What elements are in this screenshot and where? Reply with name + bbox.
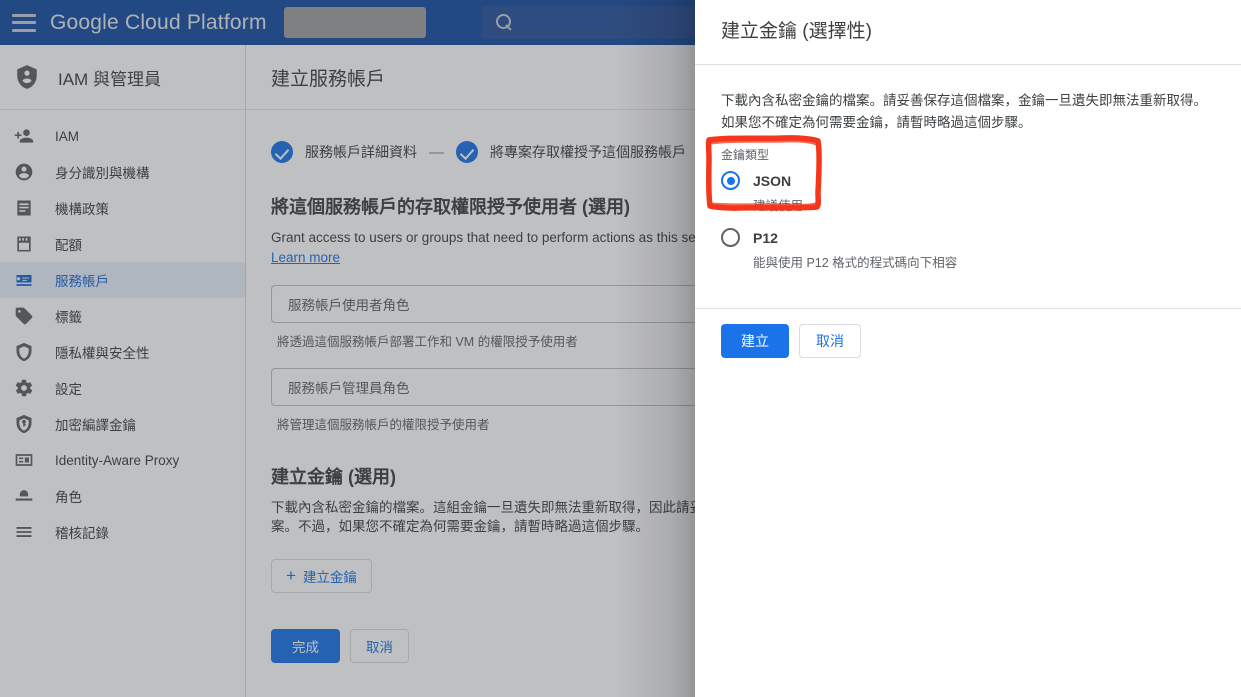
sidebar-item-label: 機構政策 bbox=[55, 202, 109, 217]
step-label: 將專案存取權授予這個服務帳戶 bbox=[490, 144, 686, 160]
sidebar-nav: IAM 身分識別與機構 機構政策 配額 服務帳戶 標籤 隱私權與安全性 設定 加… bbox=[0, 110, 245, 550]
field-placeholder: 服務帳戶使用者角色 bbox=[288, 297, 410, 313]
dialog-title: 建立金鑰 (選擇性) bbox=[721, 21, 872, 42]
account-circle-icon bbox=[15, 163, 33, 181]
sidebar-item-roles[interactable]: 角色 bbox=[0, 478, 245, 514]
key-type-radio-group: 金鑰類型 JSON 建議使用 P12 能與使用 P12 格式的程式碼向下相容 bbox=[721, 146, 1215, 271]
key-shield-icon bbox=[16, 414, 32, 434]
search-icon bbox=[495, 14, 513, 31]
sidebar-item-label: 標籤 bbox=[55, 310, 82, 325]
sidebar-item-org-policy[interactable]: 機構政策 bbox=[0, 190, 245, 226]
step-label: 服務帳戶詳細資料 bbox=[305, 144, 417, 160]
plus-icon: + bbox=[286, 566, 296, 586]
sidebar: IAM 與管理員 IAM 身分識別與機構 機構政策 配額 服務帳戶 標籤 隱私權… bbox=[0, 45, 246, 697]
create-key-button-label: 建立金鑰 bbox=[302, 569, 357, 585]
sidebar-item-identity-aware-proxy[interactable]: Identity-Aware Proxy bbox=[0, 442, 245, 478]
step-separator: — bbox=[429, 143, 444, 161]
field-placeholder: 服務帳戶管理員角色 bbox=[288, 380, 410, 396]
sidebar-item-audit-logs[interactable]: 稽核記錄 bbox=[0, 514, 245, 550]
dialog-actions: 建立 取消 bbox=[695, 309, 1241, 359]
person-add-icon bbox=[14, 129, 34, 143]
hamburger-icon[interactable] bbox=[12, 13, 36, 32]
sidebar-item-label: 身分識別與機構 bbox=[55, 166, 150, 181]
sidebar-item-labels[interactable]: 標籤 bbox=[0, 298, 245, 334]
step-1[interactable]: 服務帳戶詳細資料 bbox=[271, 141, 417, 163]
key-type-option-json[interactable]: JSON bbox=[721, 171, 1215, 191]
shield-lock-icon bbox=[16, 342, 32, 362]
sidebar-item-settings[interactable]: 設定 bbox=[0, 370, 245, 406]
learn-more-link[interactable]: Learn more bbox=[271, 250, 340, 265]
brand-title: Google Cloud Platform bbox=[50, 10, 267, 34]
sidebar-item-label: 角色 bbox=[55, 490, 82, 505]
sidebar-item-label: 配額 bbox=[55, 238, 82, 253]
key-type-option-p12[interactable]: P12 bbox=[721, 228, 1215, 248]
dialog-body: 下載內含私密金鑰的檔案。請妥善保存這個檔案，金鑰一旦遺失即無法重新取得。如果您不… bbox=[695, 65, 1241, 272]
create-key-description-line2: 案。不過，如果您不確定為何需要金鑰，請暫時略過這個步驟。 bbox=[271, 519, 649, 535]
proxy-icon bbox=[15, 454, 33, 466]
sidebar-item-label: Identity-Aware Proxy bbox=[55, 452, 180, 468]
sidebar-item-label: IAM bbox=[55, 128, 80, 144]
sidebar-item-identity[interactable]: 身分識別與機構 bbox=[0, 154, 245, 190]
dialog-description: 下載內含私密金鑰的檔案。請妥善保存這個檔案，金鑰一旦遺失即無法重新取得。如果您不… bbox=[721, 92, 1207, 130]
sidebar-item-cryptographic-keys[interactable]: 加密編譯金鑰 bbox=[0, 406, 245, 442]
create-key-button[interactable]: + 建立金鑰 bbox=[271, 558, 372, 593]
sidebar-item-label: 隱私權與安全性 bbox=[55, 346, 150, 361]
shield-person-icon bbox=[17, 65, 37, 89]
radio-json-icon[interactable] bbox=[721, 171, 740, 191]
create-key-description-line1: 下載內含私密金鑰的檔案。這組金鑰一旦遺失即無法重新取得，因此請妥善 bbox=[271, 499, 717, 515]
step-2[interactable]: 將專案存取權授予這個服務帳戶 bbox=[456, 141, 686, 163]
radio-json-sublabel: 建議使用 bbox=[753, 199, 804, 214]
check-icon bbox=[456, 141, 478, 163]
check-icon bbox=[271, 141, 293, 163]
quota-icon bbox=[17, 236, 31, 252]
roles-icon bbox=[15, 490, 33, 501]
done-button[interactable]: 完成 bbox=[271, 628, 340, 663]
project-selector[interactable] bbox=[283, 7, 426, 38]
service-account-icon bbox=[16, 275, 32, 286]
sidebar-item-iam[interactable]: IAM bbox=[0, 118, 245, 154]
list-log-icon bbox=[16, 527, 32, 537]
label-tag-icon bbox=[15, 307, 33, 325]
sidebar-item-privacy-security[interactable]: 隱私權與安全性 bbox=[0, 334, 245, 370]
service-account-admins-role-input[interactable]: 服務帳戶管理員角色 bbox=[271, 367, 714, 406]
sidebar-title: IAM 與管理員 bbox=[58, 69, 161, 89]
radio-p12-label: P12 bbox=[753, 229, 778, 246]
create-key-dialog: 建立金鑰 (選擇性) 下載內含私密金鑰的檔案。請妥善保存這個檔案，金鑰一旦遺失即… bbox=[695, 0, 1241, 697]
sidebar-item-service-accounts[interactable]: 服務帳戶 bbox=[0, 262, 245, 298]
dialog-cancel-button[interactable]: 取消 bbox=[799, 324, 861, 359]
sidebar-item-label: 設定 bbox=[55, 382, 82, 397]
service-account-users-role-input[interactable]: 服務帳戶使用者角色 bbox=[271, 284, 714, 323]
cancel-button[interactable]: 取消 bbox=[350, 628, 409, 663]
screen-root: Google Cloud Platform IAM 與管理員 IAM 身分識別與… bbox=[0, 0, 1241, 697]
key-type-label: 金鑰類型 bbox=[721, 148, 770, 163]
sidebar-item-label: 加密編譯金鑰 bbox=[55, 418, 136, 433]
radio-p12-icon[interactable] bbox=[721, 228, 740, 248]
sidebar-item-label: 稽核記錄 bbox=[55, 526, 109, 541]
gear-icon bbox=[15, 379, 33, 397]
sidebar-header: IAM 與管理員 bbox=[0, 45, 245, 110]
radio-p12-sublabel: 能與使用 P12 格式的程式碼向下相容 bbox=[753, 256, 958, 271]
dialog-create-button[interactable]: 建立 bbox=[721, 324, 789, 359]
sidebar-item-label: 服務帳戶 bbox=[55, 274, 109, 289]
radio-json-label: JSON bbox=[753, 172, 792, 189]
policy-document-icon bbox=[17, 200, 31, 216]
sidebar-item-quota[interactable]: 配額 bbox=[0, 226, 245, 262]
